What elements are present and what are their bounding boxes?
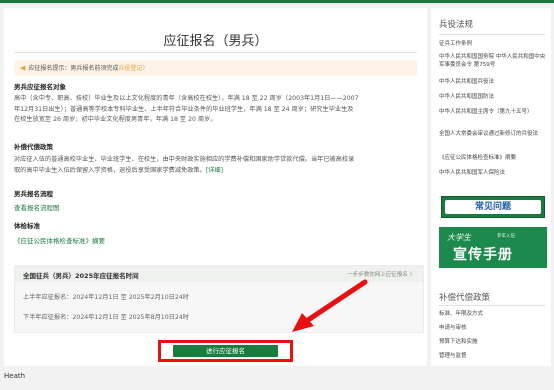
policy-title: 补偿代偿政策 (439, 293, 491, 303)
policy-link[interactable]: 管理与监督 (439, 352, 549, 360)
law-link[interactable]: 中华人民共和国兵役法 (439, 78, 549, 86)
brochure-tiny-text: 参军入伍 (497, 234, 515, 239)
law-link[interactable]: 中华人民共和国国务院 中华人民共和国中央军事委员会令 第759号 (439, 53, 549, 69)
policy-divider (439, 305, 545, 306)
law-link[interactable]: 中华人民共和国主席令（第九十五号） (439, 108, 549, 116)
brochure-small-text: 大学生 (447, 233, 471, 242)
brochure-big-text: 宣传手册 (453, 247, 513, 263)
policy-link[interactable]: 预算下达和实施 (439, 338, 549, 346)
policy-link[interactable]: 标准、年限及方式 (439, 310, 549, 318)
faq-banner[interactable]: 常见问题 (441, 196, 545, 218)
law-link[interactable]: 征兵工作条例 (439, 40, 549, 48)
law-link[interactable]: 《应征公民体格检查标准》摘要 (439, 154, 549, 162)
brochure-banner[interactable]: 大学生 参军入伍 宣传手册 (439, 227, 547, 268)
law-link[interactable]: 中华人民共和国国防法 (439, 93, 549, 101)
laws-divider (439, 34, 545, 35)
sidebar: 兵役法规 征兵工作条例 中华人民共和国国务院 中华人民共和国中央军事委员会令 第… (431, 8, 551, 366)
faq-banner-label: 常见问题 (445, 200, 541, 214)
law-link[interactable]: 中华人民共和国军人保险法 (439, 169, 549, 177)
bottom-text: Heath (4, 372, 26, 380)
laws-title: 兵役法规 (439, 20, 474, 30)
law-link[interactable]: 全国人大常委会审议通过新修订的兵役法 (439, 130, 549, 138)
policy-link[interactable]: 申请与审核 (439, 324, 549, 332)
